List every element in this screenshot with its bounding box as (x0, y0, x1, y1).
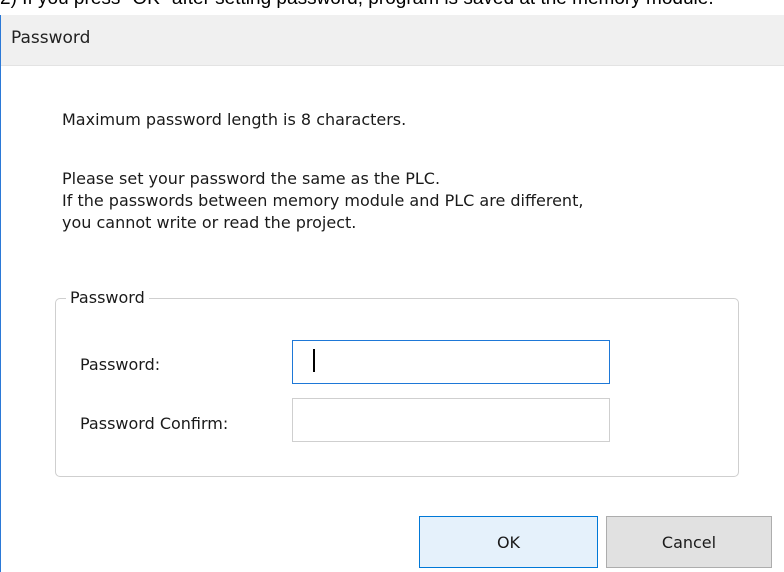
message-line-2: If the passwords between memory module a… (62, 191, 584, 210)
password-info-message: Please set your password the same as the… (62, 168, 583, 234)
message-line-1: Please set your password the same as the… (62, 169, 441, 188)
password-confirm-label: Password Confirm: (80, 414, 229, 433)
password-group-legend: Password (66, 288, 149, 307)
dialog-title: Password (11, 28, 91, 48)
password-groupbox (55, 298, 739, 477)
cancel-button-label: Cancel (661, 532, 717, 552)
ok-button-label: OK (496, 532, 521, 552)
max-length-message: Maximum password length is 8 characters. (62, 110, 407, 129)
text-caret (313, 349, 315, 372)
cancel-button[interactable]: Cancel (606, 516, 772, 568)
password-label: Password: (80, 355, 161, 374)
document-text-line: 2) If you press "OK" after setting passw… (0, 0, 784, 10)
message-line-3: you cannot write or read the project. (62, 213, 357, 232)
titlebar-divider (1, 65, 784, 66)
password-input[interactable] (292, 340, 610, 384)
password-confirm-input[interactable] (292, 398, 610, 442)
ok-button[interactable]: OK (419, 516, 598, 568)
dialog-titlebar[interactable]: Password (1, 15, 784, 65)
